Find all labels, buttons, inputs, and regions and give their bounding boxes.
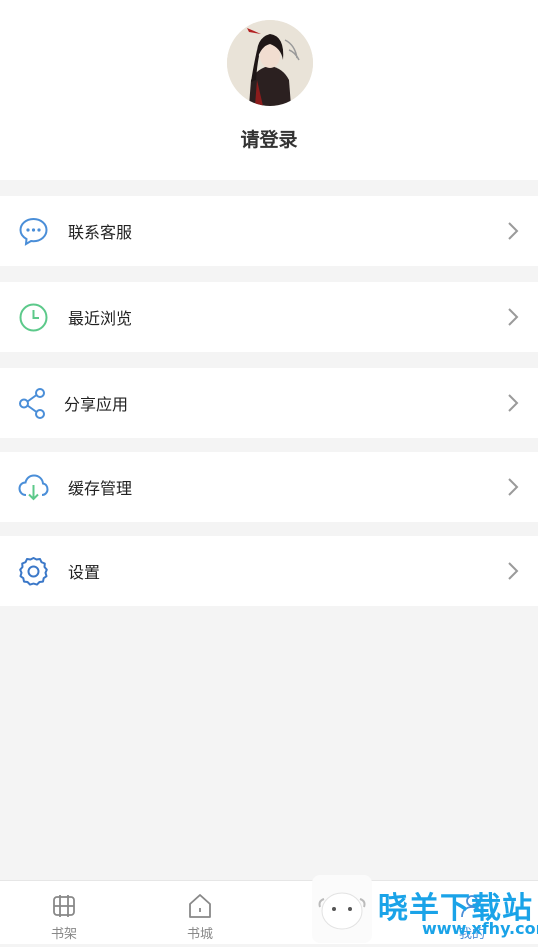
menu-item-label: 缓存管理 (68, 479, 133, 498)
menu-item-contact-service[interactable]: 联系客服 (0, 196, 538, 266)
profile-header: 请登录 (0, 0, 538, 180)
chevron-right-icon (508, 394, 519, 412)
chat-bubble-icon (19, 217, 48, 246)
tab-bookshelf[interactable]: 书架 (24, 881, 104, 944)
chevron-right-icon (508, 478, 519, 496)
bookshelf-icon (53, 895, 75, 917)
menu-item-share-app[interactable]: 分享应用 (0, 368, 538, 438)
gear-icon (19, 557, 48, 586)
chevron-right-icon (508, 562, 519, 580)
clock-icon (19, 303, 48, 332)
tab-label: 书架 (50, 927, 77, 942)
login-prompt[interactable]: 请登录 (0, 125, 538, 152)
menu-item-label: 联系客服 (68, 223, 133, 242)
sheep-logo-icon (312, 875, 372, 943)
home-icon (189, 894, 211, 918)
chevron-right-icon (508, 222, 519, 240)
chevron-right-icon (508, 308, 519, 326)
tab-bookstore[interactable]: 书城 (160, 881, 240, 944)
menu-item-recent-browse[interactable]: 最近浏览 (0, 282, 538, 352)
watermark: 晓羊下载站 www.xfhy.com (312, 875, 538, 943)
menu-item-settings[interactable]: 设置 (0, 536, 538, 606)
menu-item-cache-manage[interactable]: 缓存管理 (0, 452, 538, 522)
share-icon (19, 388, 45, 419)
tab-label: 书城 (186, 927, 213, 942)
cloud-download-icon (18, 474, 49, 501)
avatar-illustration (227, 20, 313, 106)
menu-item-label: 设置 (68, 563, 101, 582)
menu-item-label: 最近浏览 (68, 309, 133, 328)
menu-item-label: 分享应用 (64, 395, 129, 414)
watermark-url: www.xfhy.com (422, 919, 538, 938)
avatar[interactable] (227, 20, 313, 106)
